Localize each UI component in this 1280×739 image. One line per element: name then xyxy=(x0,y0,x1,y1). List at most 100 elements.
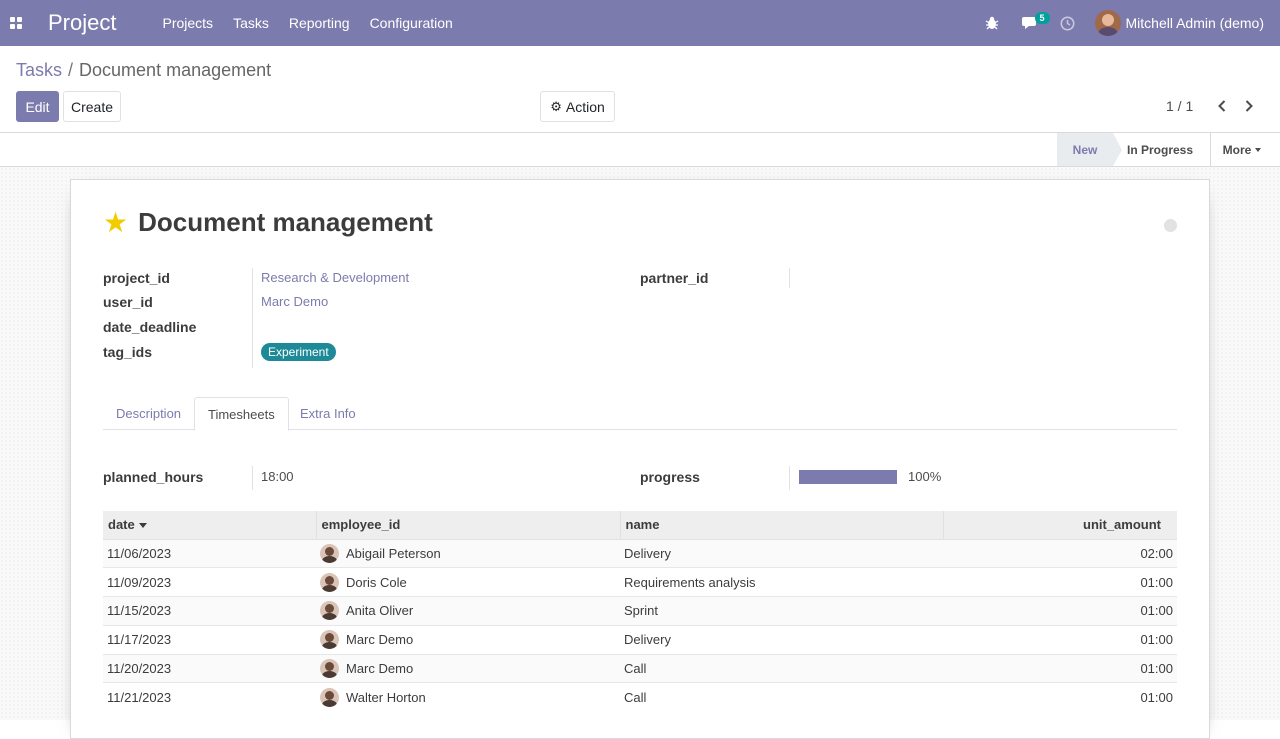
field-label-tag-ids: tag_ids xyxy=(103,344,153,360)
cell-employee: Doris Cole xyxy=(316,567,620,597)
cell-unit-amount: 01:00 xyxy=(943,596,1177,626)
cell-date: 11/17/2023 xyxy=(103,624,316,655)
stage-more-dropdown[interactable]: More xyxy=(1212,133,1272,166)
cell-name: Sprint xyxy=(620,596,943,626)
app-brand[interactable]: Project xyxy=(48,10,116,36)
menu-item-reporting[interactable]: Reporting xyxy=(279,0,360,46)
clock-icon[interactable] xyxy=(1049,0,1087,46)
cell-date: 11/15/2023 xyxy=(103,596,316,626)
menu-item-projects[interactable]: Projects xyxy=(152,0,223,46)
employee-name: Anita Oliver xyxy=(346,603,414,619)
create-button[interactable]: Create xyxy=(63,91,121,122)
title-row: ★ Document management xyxy=(103,207,433,238)
tab-description[interactable]: Description xyxy=(103,397,194,430)
field-value-planned-hours[interactable]: 18:00 xyxy=(261,469,294,484)
cell-date: 11/21/2023 xyxy=(103,682,316,712)
employee-avatar xyxy=(320,601,339,621)
employee-name: Abigail Peterson xyxy=(346,545,441,561)
timesheet-table: date employee_id name unit_amount 11/06/… xyxy=(103,511,1177,712)
column-header-name[interactable]: name xyxy=(619,511,943,540)
employee-name: Walter Horton xyxy=(346,690,426,706)
breadcrumb-separator: / xyxy=(68,60,74,80)
employee-avatar xyxy=(320,659,339,679)
menu-item-configuration[interactable]: Configuration xyxy=(360,0,463,46)
edit-button[interactable]: Edit xyxy=(16,91,59,122)
cell-employee: Walter Horton xyxy=(316,682,620,712)
top-navbar: Project Projects Tasks Reporting Configu… xyxy=(0,0,1280,46)
field-label-progress: progress xyxy=(640,469,700,485)
pager-previous-icon[interactable] xyxy=(1212,96,1232,116)
cell-date: 11/06/2023 xyxy=(103,538,316,568)
cell-date: 11/20/2023 xyxy=(103,653,316,683)
menu-item-tasks[interactable]: Tasks xyxy=(223,0,279,46)
action-label: Action xyxy=(565,98,605,115)
employee-name: Marc Demo xyxy=(346,661,414,677)
statusbar: New In Progress More xyxy=(0,133,1280,167)
cell-unit-amount: 01:00 xyxy=(943,653,1177,683)
table-row[interactable]: 11/15/2023 Anita Oliver Sprint 01:00 xyxy=(103,596,1177,626)
cell-unit-amount: 01:00 xyxy=(943,567,1177,597)
cell-name: Delivery xyxy=(620,624,943,655)
cell-unit-amount: 01:00 xyxy=(943,624,1177,655)
column-header-date[interactable]: date xyxy=(103,511,316,540)
bug-icon[interactable] xyxy=(973,0,1011,46)
task-title[interactable]: Document management xyxy=(138,207,433,238)
employee-avatar xyxy=(320,630,339,650)
tab-extra-info[interactable]: Extra Info xyxy=(287,397,369,430)
stage-in-progress[interactable]: In Progress xyxy=(1113,133,1207,166)
action-button[interactable]: ⚙ Action xyxy=(540,91,615,122)
employee-avatar xyxy=(320,572,339,592)
notebook-tabs: Description Timesheets Extra Info xyxy=(103,397,1177,431)
cell-employee: Abigail Peterson xyxy=(316,538,620,568)
cell-employee: Marc Demo xyxy=(316,653,620,683)
breadcrumb: Tasks / Document management xyxy=(16,60,271,81)
progress-bar xyxy=(799,470,897,484)
field-separator xyxy=(789,466,790,490)
tab-timesheets[interactable]: Timesheets xyxy=(194,397,289,431)
column-header-employee[interactable]: employee_id xyxy=(315,511,620,540)
user-avatar xyxy=(1094,10,1121,36)
field-label-planned-hours: planned_hours xyxy=(103,469,204,485)
control-panel: Tasks / Document management Edit Create ⚙ A… xyxy=(0,46,1280,133)
cell-date: 11/09/2023 xyxy=(103,567,316,597)
field-separator xyxy=(789,268,790,288)
field-value-project-id[interactable]: Research & Development xyxy=(261,270,409,285)
table-row[interactable]: 11/06/2023 Abigail Peterson Delivery 02:… xyxy=(103,538,1177,568)
cell-name: Delivery xyxy=(620,538,943,568)
table-row[interactable]: 11/17/2023 Marc Demo Delivery 01:00 xyxy=(103,624,1177,655)
pager-value[interactable]: 1 / 1 xyxy=(1166,98,1193,114)
stage-new[interactable]: New xyxy=(1057,133,1122,166)
employee-name: Marc Demo xyxy=(346,632,414,648)
table-row[interactable]: 11/21/2023 Walter Horton Call 01:00 xyxy=(103,682,1177,712)
caret-down-icon xyxy=(1255,147,1262,152)
breadcrumb-current: Document management xyxy=(79,60,272,80)
field-label-partner-id: partner_id xyxy=(640,270,709,286)
kanban-state-icon[interactable] xyxy=(1164,219,1177,232)
employee-avatar xyxy=(320,543,339,563)
chat-icon[interactable]: 5 xyxy=(1011,0,1050,46)
gear-icon: ⚙ xyxy=(550,98,562,114)
apps-grid-icon[interactable] xyxy=(0,0,32,46)
employee-avatar xyxy=(320,688,339,708)
table-row[interactable]: 11/20/2023 Marc Demo Call 01:00 xyxy=(103,653,1177,683)
user-menu[interactable]: Mitchell Admin (demo) xyxy=(1094,10,1264,36)
field-label-date-deadline: date_deadline xyxy=(103,319,197,335)
messages-count-badge: 5 xyxy=(1034,12,1050,24)
tag-badge[interactable]: Experiment xyxy=(261,343,336,361)
star-icon[interactable]: ★ xyxy=(103,208,128,237)
column-header-unit-amount[interactable]: unit_amount xyxy=(942,511,1177,540)
field-label-project-id: project_id xyxy=(103,270,170,286)
field-value-user-id[interactable]: Marc Demo xyxy=(261,294,328,309)
cell-name: Requirements analysis xyxy=(620,567,943,597)
cell-name: Call xyxy=(620,682,943,712)
table-row[interactable]: 11/09/2023 Doris Cole Requirements analy… xyxy=(103,567,1177,597)
cell-unit-amount: 01:00 xyxy=(943,682,1177,712)
breadcrumb-tasks-link[interactable]: Tasks xyxy=(16,60,62,80)
cell-employee: Marc Demo xyxy=(316,624,620,655)
cell-name: Call xyxy=(620,653,943,683)
field-separator xyxy=(252,268,253,368)
sort-down-icon xyxy=(138,523,147,529)
field-label-user-id: user_id xyxy=(103,294,153,310)
stage-more-label: More xyxy=(1222,142,1252,157)
pager-next-icon[interactable] xyxy=(1239,96,1259,116)
